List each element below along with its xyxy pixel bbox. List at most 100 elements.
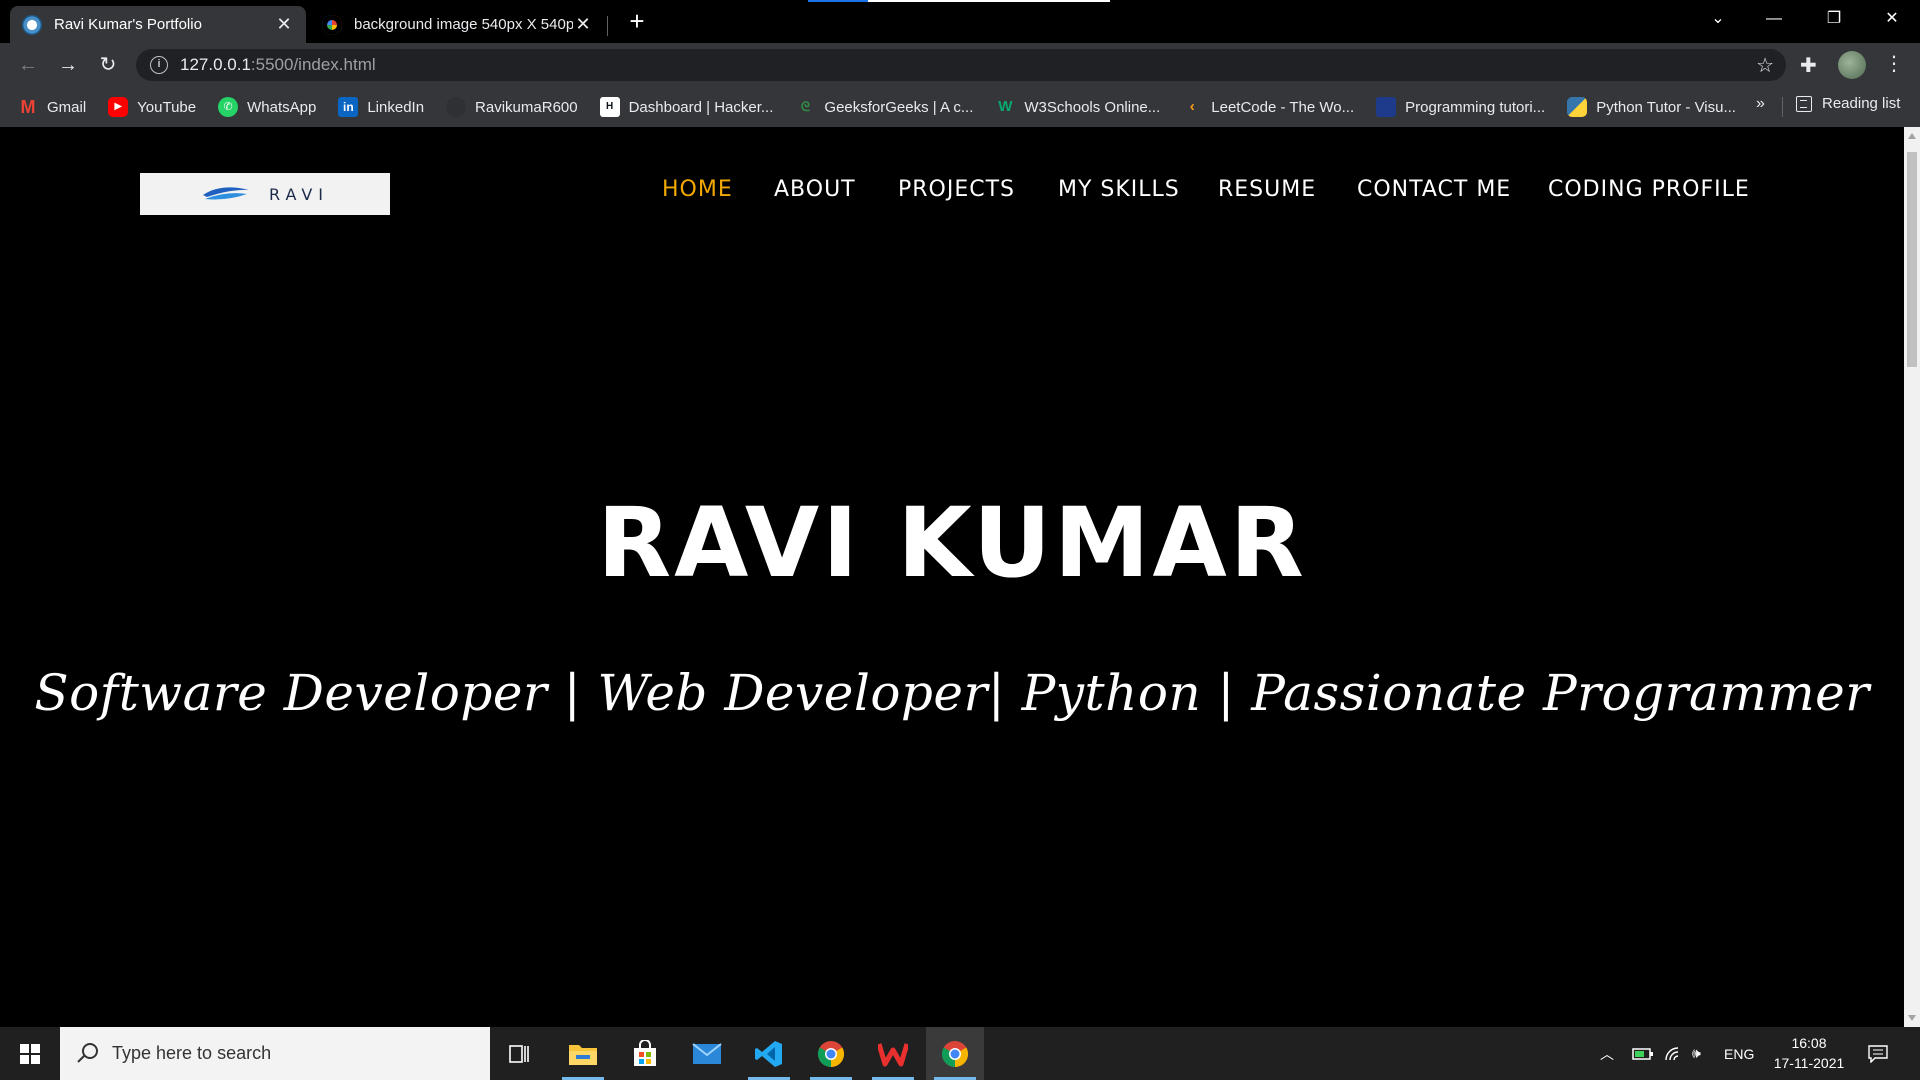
forward-button[interactable]: → <box>54 51 82 79</box>
whatsapp-icon: ✆ <box>218 97 239 117</box>
chrome-icon <box>817 1040 845 1067</box>
mail-button[interactable] <box>678 1027 736 1080</box>
main-navigation: HOME ABOUT PROJECTS MY SKILLS RESUME CON… <box>0 177 1904 211</box>
bookmarks-separator <box>1782 97 1783 117</box>
clock-date: 17-11-2021 <box>1773 1055 1845 1071</box>
volume-icon[interactable]: 🕪 <box>1692 1027 1701 1080</box>
bookmark-youtube[interactable]: ▶ YouTube <box>108 97 196 117</box>
url-path: :5500/index.html <box>250 55 376 74</box>
search-placeholder: Type here to search <box>112 1043 272 1063</box>
chrome-icon <box>941 1040 969 1067</box>
linkedin-icon: in <box>338 97 359 117</box>
scrollbar-thumb[interactable] <box>1907 152 1917 367</box>
site-info-icon[interactable]: i <box>150 56 168 74</box>
chrome-button[interactable] <box>802 1027 860 1080</box>
action-center-icon <box>1868 1044 1888 1063</box>
w3schools-icon: W <box>998 98 1013 115</box>
nav-resume[interactable]: RESUME <box>1218 177 1316 202</box>
windows-taskbar: Type here to search ︿ 🕪 ENG 16:08 17-11-… <box>0 1027 1920 1080</box>
nav-home[interactable]: HOME <box>662 177 733 202</box>
portfolio-page: RAVI HOME ABOUT PROJECTS MY SKILLS RESUM… <box>0 127 1904 1027</box>
bookmark-python-tutor[interactable]: Python Tutor - Visu... <box>1567 97 1736 117</box>
browser-menu-icon[interactable]: ⋮ <box>1884 51 1904 76</box>
close-window-button[interactable]: ✕ <box>1864 0 1920 36</box>
bookmark-hackerrank[interactable]: H Dashboard | Hacker... <box>599 97 773 117</box>
extensions-puzzle-icon[interactable]: ✚ <box>1800 53 1817 78</box>
nav-projects[interactable]: PROJECTS <box>898 177 1015 202</box>
new-tab-button[interactable]: + <box>622 6 652 36</box>
task-view-button[interactable] <box>490 1027 548 1080</box>
loading-indicator <box>808 0 1110 2</box>
geeksforgeeks-icon: ᘓ <box>800 99 810 114</box>
file-explorer-button[interactable] <box>554 1027 612 1080</box>
page-scrollbar[interactable] <box>1904 127 1920 1027</box>
youtube-icon: ▶ <box>108 97 129 117</box>
battery-icon[interactable] <box>1632 1027 1654 1080</box>
programiz-icon <box>1376 97 1397 117</box>
hackerrank-icon: H <box>599 97 620 117</box>
microsoft-store-icon <box>634 1039 656 1066</box>
nav-my-skills[interactable]: MY SKILLS <box>1058 177 1180 202</box>
nav-about[interactable]: ABOUT <box>774 177 856 202</box>
browser-tab-strip: Ravi Kumar's Portfolio ✕ background imag… <box>0 0 1920 43</box>
portfolio-favicon-icon <box>22 14 42 35</box>
bookmark-github[interactable]: RavikumaR600 <box>446 97 578 117</box>
tab-title: Ravi Kumar's Portfolio <box>54 16 202 33</box>
close-tab-icon[interactable]: ✕ <box>274 14 294 35</box>
wifi-icon[interactable] <box>1664 1027 1684 1080</box>
windows-logo-icon <box>20 1043 40 1064</box>
scroll-up-icon[interactable] <box>1908 133 1916 139</box>
chevron-up-icon: ︿ <box>1600 1045 1614 1062</box>
show-hidden-icons-button[interactable]: ︿ <box>1600 1027 1614 1080</box>
vscode-icon <box>755 1040 782 1067</box>
start-button[interactable] <box>0 1027 60 1080</box>
wps-office-icon <box>878 1042 908 1066</box>
tab-separator <box>607 16 608 36</box>
back-button[interactable]: ← <box>14 51 42 79</box>
hero-name: RAVI KUMAR <box>597 487 1307 599</box>
reload-button[interactable]: ↻ <box>94 51 122 79</box>
taskbar-search-box[interactable]: Type here to search <box>60 1027 490 1080</box>
bookmark-w3schools[interactable]: W W3Schools Online... <box>995 97 1160 117</box>
browser-toolbar: ← → ↻ i 127.0.0.1:5500/index.html ☆ ✚ ⋮ <box>0 43 1920 87</box>
language-indicator[interactable]: ENG <box>1724 1027 1754 1080</box>
google-favicon-icon <box>322 14 342 35</box>
clock-time: 16:08 <box>1791 1035 1827 1051</box>
reading-list-icon <box>1796 95 1812 112</box>
close-tab-icon[interactable]: ✕ <box>573 14 593 35</box>
leetcode-icon: ‹ <box>1189 98 1195 115</box>
wps-office-button[interactable] <box>864 1027 922 1080</box>
address-bar[interactable]: i 127.0.0.1:5500/index.html ☆ <box>136 49 1786 81</box>
tab-background-image[interactable]: background image 540px X 540px ✕ <box>310 6 605 43</box>
tab-title: background image 540px X 540px <box>354 16 573 33</box>
notifications-button[interactable] <box>1868 1027 1888 1080</box>
reading-list-button[interactable]: Reading list <box>1796 95 1900 112</box>
bookmarks-bar: M Gmail ▶ YouTube ✆ WhatsApp in LinkedIn Rav… <box>0 87 1920 127</box>
url-host: 127.0.0.1 <box>180 55 251 74</box>
hero-tagline: Software Developer | Web Developer| Pyth… <box>34 664 1870 722</box>
bookmark-whatsapp[interactable]: ✆ WhatsApp <box>218 97 316 117</box>
gmail-icon: M <box>20 97 36 117</box>
profile-avatar[interactable] <box>1838 51 1866 79</box>
microsoft-store-button[interactable] <box>616 1027 674 1080</box>
bookmark-geeksforgeeks[interactable]: ᘓ GeeksforGeeks | A c... <box>795 97 974 117</box>
scroll-down-icon[interactable] <box>1908 1015 1916 1021</box>
minimize-button[interactable]: — <box>1746 0 1802 36</box>
bookmark-leetcode[interactable]: ‹ LeetCode - The Wo... <box>1182 97 1354 117</box>
vscode-button[interactable] <box>740 1027 798 1080</box>
tab-search-button[interactable]: ⌄ <box>1690 0 1746 36</box>
nav-contact-me[interactable]: CONTACT ME <box>1357 177 1511 202</box>
nav-coding-profile[interactable]: CODING PROFILE <box>1548 177 1750 202</box>
bookmark-gmail[interactable]: M Gmail <box>18 97 87 117</box>
chrome-active-button[interactable] <box>926 1027 984 1080</box>
bookmark-star-icon[interactable]: ☆ <box>1756 53 1774 78</box>
system-clock[interactable]: 16:08 17-11-2021 <box>1764 1033 1854 1073</box>
search-icon <box>76 1042 98 1065</box>
python-icon <box>1567 97 1588 117</box>
bookmark-linkedin[interactable]: in LinkedIn <box>338 97 424 117</box>
bookmarks-overflow-button[interactable]: » <box>1756 95 1765 113</box>
tab-portfolio[interactable]: Ravi Kumar's Portfolio ✕ <box>10 6 306 43</box>
file-explorer-icon <box>569 1044 597 1065</box>
bookmark-programiz[interactable]: Programming tutori... <box>1376 97 1545 117</box>
restore-button[interactable]: ❐ <box>1806 0 1862 36</box>
